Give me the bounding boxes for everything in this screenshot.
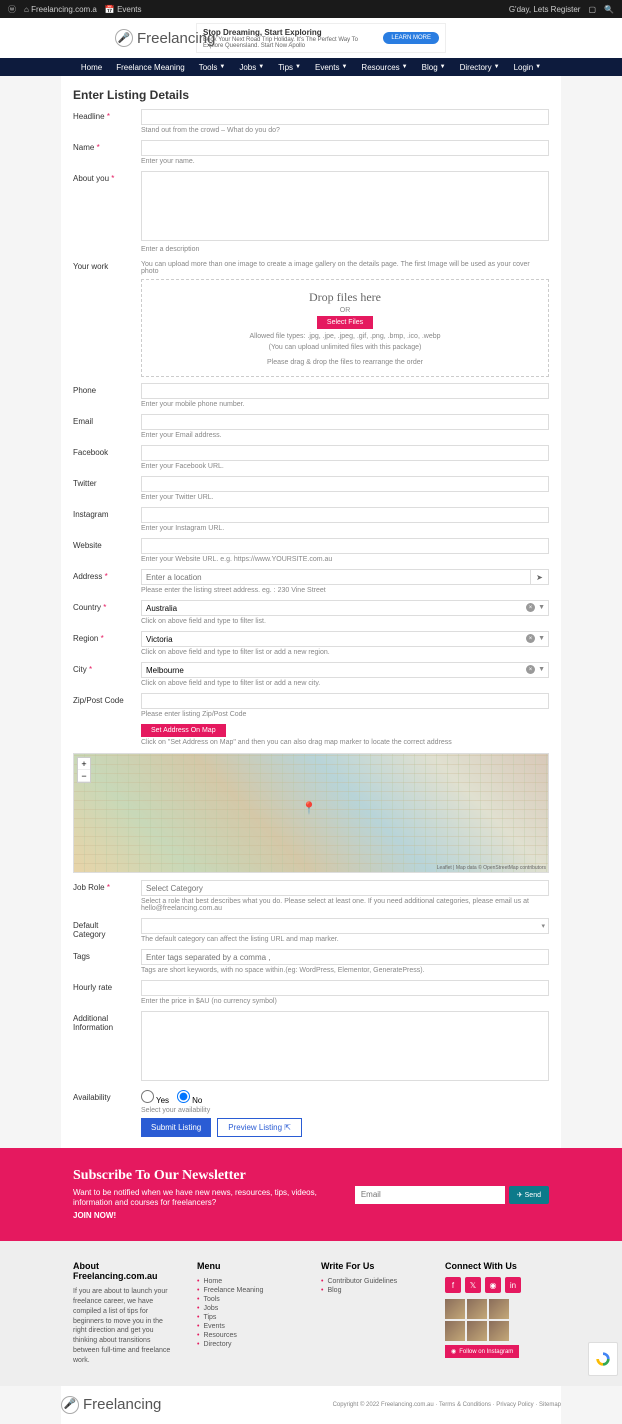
nav-resources[interactable]: Resources▼ [361,63,407,72]
clear-icon[interactable]: × [526,665,535,674]
greeting[interactable]: G'day, Lets Register [509,5,581,14]
about-textarea[interactable] [141,171,549,241]
defcat-select[interactable] [141,918,549,934]
page-title: Enter Listing Details [61,84,561,106]
submit-button[interactable]: Submit Listing [141,1118,211,1137]
instagram-icon[interactable]: ◉ [485,1277,501,1293]
chevron-down-icon: ▼ [538,666,545,673]
country-select[interactable] [141,600,549,616]
admin-topbar: ⓦ ⌂ Freelancing.com.a 📅 Events G'day, Le… [0,0,622,18]
logo-icon: 🎤 [61,1396,79,1414]
nav-events[interactable]: Events▼ [315,63,347,72]
main-nav: Home Freelance Meaning Tools▼ Jobs▼ Tips… [0,58,622,76]
avatar-icon[interactable]: ▢ [588,5,596,14]
chevron-down-icon: ▼ [538,635,545,642]
twitter-input[interactable] [141,476,549,492]
set-address-button[interactable]: Set Address On Map [141,724,226,737]
address-input[interactable] [141,569,531,585]
newsletter-send[interactable]: ✈ Send [509,1186,549,1204]
logo-icon: 🎤 [115,29,133,47]
nav-tips[interactable]: Tips▼ [278,63,301,72]
name-input[interactable] [141,140,549,156]
email-input[interactable] [141,414,549,430]
zip-input[interactable] [141,693,549,709]
locate-icon[interactable]: ➤ [531,569,549,585]
recaptcha-badge [588,1342,618,1376]
avail-yes[interactable]: Yes [141,1090,169,1105]
clear-icon[interactable]: × [526,603,535,612]
twitter-icon[interactable]: 𝕏 [465,1277,481,1293]
tags-input[interactable] [141,949,549,965]
follow-instagram-button[interactable]: ◉ Follow on Instagram [445,1345,519,1358]
footer-menu-list: Home Freelance Meaning Tools Jobs Tips E… [197,1277,301,1349]
wp-icon[interactable]: ⓦ [8,4,16,15]
headline-input[interactable] [141,109,549,125]
newsletter-email[interactable] [355,1186,505,1204]
avail-no[interactable]: No [177,1090,202,1105]
map-pin-icon[interactable]: 📍 [302,801,317,815]
site-header: 🎤 Freelancing Stop Dreaming, Start Explo… [0,18,622,58]
ad-cta[interactable]: LEARN MORE [383,32,439,44]
select-files-button[interactable]: Select Files [317,316,373,329]
facebook-icon[interactable]: f [445,1277,461,1293]
city-select[interactable] [141,662,549,678]
ad-banner[interactable]: Stop Dreaming, Start Exploring Book Your… [196,23,446,53]
nav-tools[interactable]: Tools▼ [199,63,226,72]
map[interactable]: +− 📍 Leaflet | Map data © OpenStreetMap … [73,753,549,873]
chevron-down-icon: ▼ [538,604,545,611]
nav-meaning[interactable]: Freelance Meaning [116,63,184,72]
region-select[interactable] [141,631,549,647]
footer: About Freelancing.com.au If you are abou… [0,1241,622,1385]
nav-login[interactable]: Login▼ [514,63,542,72]
map-zoom[interactable]: +− [77,757,91,783]
jobrole-select[interactable] [141,880,549,896]
copyright: Copyright © 2022 Freelancing.com.au · Te… [333,1402,561,1408]
nav-directory[interactable]: Directory▼ [460,63,500,72]
instagram-feed[interactable] [445,1299,549,1341]
nav-home[interactable]: Home [81,63,102,72]
phone-input[interactable] [141,383,549,399]
facebook-input[interactable] [141,445,549,461]
linkedin-icon[interactable]: in [505,1277,521,1293]
hourly-input[interactable] [141,980,549,996]
site-link[interactable]: ⌂ Freelancing.com.a [24,5,97,14]
nav-jobs[interactable]: Jobs▼ [239,63,264,72]
nav-blog[interactable]: Blog▼ [422,63,446,72]
preview-button[interactable]: Preview Listing ⇱ [217,1118,302,1137]
newsletter: Subscribe To Our Newsletter Want to be n… [0,1148,622,1241]
website-input[interactable] [141,538,549,554]
instagram-input[interactable] [141,507,549,523]
clear-icon[interactable]: × [526,634,535,643]
addinfo-textarea[interactable] [141,1011,549,1081]
logo[interactable]: 🎤 Freelancing [115,29,215,47]
upload-dropzone[interactable]: Drop files here OR Select Files Allowed … [141,279,549,377]
chevron-down-icon: ▾ [541,922,545,930]
search-icon[interactable]: 🔍 [604,5,614,14]
events-link[interactable]: 📅 Events [105,5,142,14]
